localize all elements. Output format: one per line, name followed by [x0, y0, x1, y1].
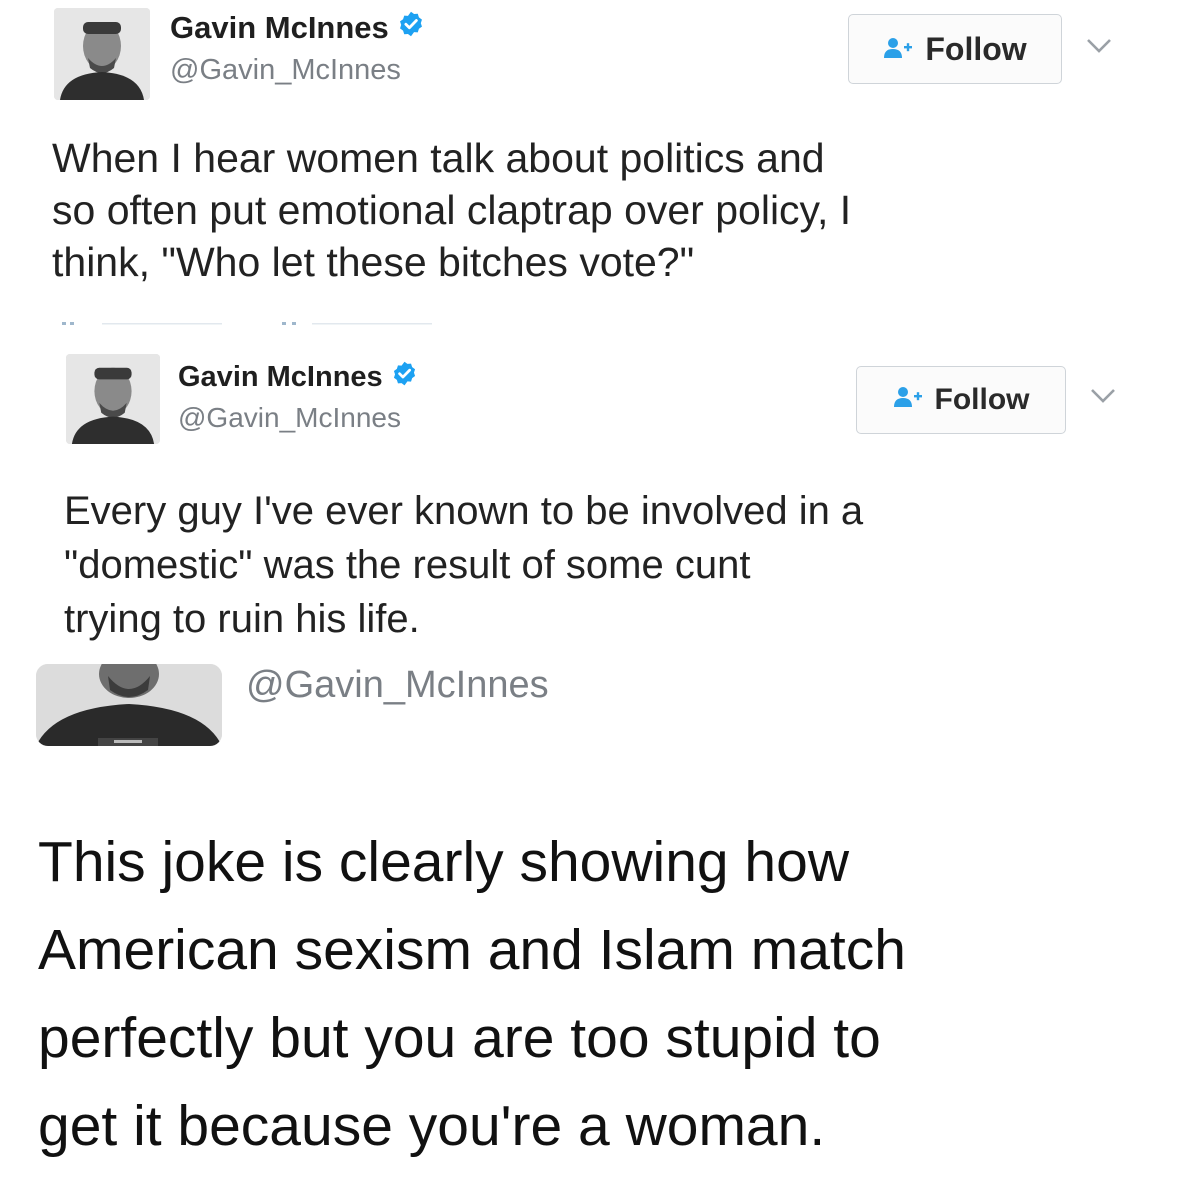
display-name-text: Gavin McInnes: [178, 361, 383, 393]
avatar[interactable]: [36, 664, 222, 746]
display-name-text: Gavin McInnes: [170, 10, 389, 45]
profile-photo: [66, 354, 160, 444]
tweet-text-line: "domestic" was the result of some cunt: [64, 543, 751, 587]
tweet-text-line: trying to ruin his life.: [64, 597, 420, 641]
tweet-text: When I hear women talk about politics an…: [52, 132, 851, 288]
add-user-icon: [893, 383, 923, 417]
verified-badge-icon: [391, 360, 418, 395]
follow-label: Follow: [934, 383, 1030, 416]
user-handle[interactable]: @Gavin_McInnes: [178, 402, 401, 434]
tweet-text-line: Every guy I've ever known to be involved…: [64, 489, 864, 533]
tweet-text: Every guy I've ever known to be involved…: [64, 484, 863, 646]
caption-line: American sexism and Islam match: [38, 918, 906, 982]
avatar[interactable]: [54, 8, 150, 100]
verified-badge-icon: [397, 10, 425, 46]
avatar[interactable]: [66, 354, 160, 444]
follow-button[interactable]: Follow: [856, 366, 1066, 434]
caption-line: get it because you're a woman.: [38, 1094, 826, 1158]
cropped-text-remnant: [62, 322, 432, 325]
chevron-down-icon[interactable]: [1090, 388, 1116, 404]
chevron-down-icon[interactable]: [1086, 38, 1112, 54]
follow-label: Follow: [925, 30, 1027, 67]
display-name[interactable]: Gavin McInnes: [170, 10, 425, 46]
profile-photo: [36, 664, 222, 746]
profile-photo: [54, 8, 150, 100]
user-handle[interactable]: @Gavin_McInnes: [170, 54, 401, 87]
caption-line: perfectly but you are too stupid to: [38, 1006, 881, 1070]
display-name[interactable]: Gavin McInnes: [178, 360, 418, 395]
tweet-text-line: so often put emotional claptrap over pol…: [52, 187, 852, 233]
user-handle[interactable]: @Gavin_McInnes: [246, 664, 549, 707]
tweet-text-line: When I hear women talk about politics an…: [52, 135, 825, 181]
tweet-text-line: think, "Who let these bitches vote?": [52, 239, 695, 285]
add-user-icon: [883, 31, 913, 68]
follow-button[interactable]: Follow: [848, 14, 1062, 84]
meme-caption: This joke is clearly showing how America…: [38, 818, 906, 1170]
caption-line: This joke is clearly showing how: [38, 830, 849, 894]
